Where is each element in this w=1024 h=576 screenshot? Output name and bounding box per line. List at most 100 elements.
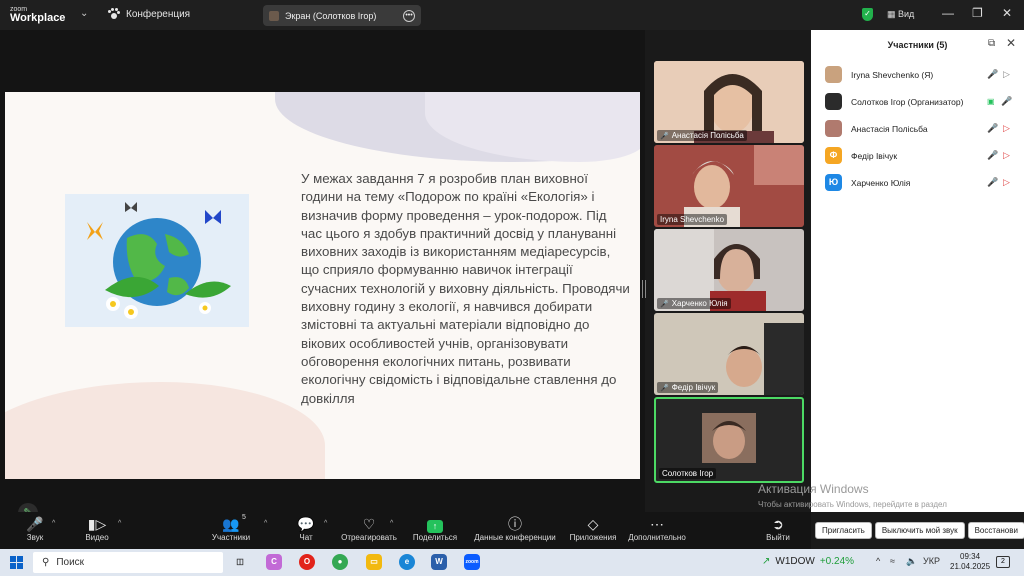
- chevron-up-icon[interactable]: ^: [324, 520, 327, 527]
- mic-off-icon[interactable]: 🎤: [987, 150, 998, 161]
- video-tile-active-speaker[interactable]: Солотков Ігор: [654, 397, 804, 483]
- avatar: Ф: [825, 147, 842, 164]
- audio-button[interactable]: 🎤 Звук: [24, 515, 46, 542]
- mic-icon[interactable]: 🎤: [987, 69, 998, 80]
- camera-icon[interactable]: ▷: [1003, 69, 1010, 80]
- resize-handle[interactable]: [642, 280, 646, 298]
- leave-icon: ➲: [772, 516, 784, 532]
- restore-icon[interactable]: ❐: [972, 6, 983, 20]
- more-button[interactable]: ⋯ Дополнительно: [626, 515, 688, 542]
- stock-ticker[interactable]: ↗ W1DOW +0.24%: [762, 556, 854, 567]
- minimize-icon[interactable]: —: [942, 6, 954, 20]
- file-explorer-icon[interactable]: ▭: [366, 554, 382, 570]
- language-indicator[interactable]: УКР: [923, 556, 940, 566]
- chevron-up-icon[interactable]: ^: [390, 520, 393, 527]
- chrome-icon[interactable]: ●: [332, 554, 348, 570]
- participant-row[interactable]: Iryna Shevchenko (Я) 🎤 ▷: [811, 61, 1024, 88]
- close-icon[interactable]: ✕: [1002, 6, 1012, 20]
- share-screen-button[interactable]: ↑ Поделиться: [412, 515, 458, 542]
- mute-me-button[interactable]: Выключить мой звук: [874, 522, 965, 539]
- screen-share-indicator[interactable]: Экран (Солотков Ігор) •••: [263, 5, 421, 26]
- participants-count-badge: 5: [242, 514, 246, 521]
- word-icon[interactable]: W: [431, 554, 447, 570]
- chat-button[interactable]: 💬 Чат: [296, 515, 316, 542]
- tile-name-text: Харченко Юлія: [671, 299, 728, 308]
- trend-up-icon: ↗: [762, 556, 771, 567]
- view-menu[interactable]: ▦ Вид: [887, 9, 914, 20]
- react-label: Отреагировать: [341, 533, 397, 542]
- screen-share-icon: ▣: [987, 97, 995, 106]
- clock[interactable]: 09:34 21.04.2025: [950, 552, 990, 572]
- chat-bubble-icon: 💬: [297, 516, 315, 532]
- task-view-icon[interactable]: ◫: [232, 554, 248, 570]
- avatar: [825, 66, 842, 83]
- wifi-icon[interactable]: ≈: [890, 556, 895, 566]
- chevron-up-icon[interactable]: ^: [118, 520, 121, 527]
- participant-name: Солотков Ігор (Организатор): [851, 96, 964, 107]
- tile-name-text: Анастасія Полісьба: [671, 131, 744, 140]
- chevron-up-icon[interactable]: ^: [52, 520, 55, 527]
- decorative-shape: [5, 382, 325, 479]
- watermark-title: Активация Windows: [758, 482, 869, 496]
- meeting-label: Конференция: [126, 8, 191, 20]
- meeting-info-button[interactable]: ⓘ Данные конференции: [472, 515, 558, 542]
- leave-button[interactable]: ➲ Выйти: [764, 515, 792, 542]
- more-label: Дополнительно: [628, 533, 686, 542]
- popout-icon[interactable]: ⧉: [988, 38, 995, 49]
- tile-name: Iryna Shevchenko: [657, 214, 728, 225]
- video-label: Видео: [85, 533, 109, 542]
- apps-icon: ◇: [587, 516, 599, 532]
- camera-off-icon[interactable]: ▷: [1003, 177, 1010, 188]
- participants-button[interactable]: 👥 5 Участники: [210, 514, 252, 542]
- mic-off-icon[interactable]: 🎤: [987, 177, 998, 188]
- meeting-toolbar: 🎤 Звук ^ ▮▷ Видео ^ 👥 5 Участники ^ 💬 Ча…: [0, 512, 811, 549]
- video-tile[interactable]: 🎤 Анастасія Полісьба: [654, 61, 804, 143]
- more-options-icon[interactable]: •••: [403, 9, 415, 22]
- share-arrow-icon: ↑: [427, 520, 443, 533]
- restore-button[interactable]: Восстанови: [967, 522, 1024, 539]
- avatar: [825, 120, 842, 137]
- windows-start-icon[interactable]: [10, 556, 23, 569]
- zoom-app-icon[interactable]: zoom: [464, 554, 480, 570]
- camera-off-icon[interactable]: ▷: [1003, 123, 1010, 134]
- opera-icon[interactable]: O: [299, 554, 315, 570]
- shield-check-icon[interactable]: ✓: [862, 8, 873, 21]
- tile-name: 🎤 Анастасія Полісьба: [657, 130, 747, 141]
- chevron-down-icon[interactable]: ⌄: [80, 8, 88, 19]
- video-tile[interactable]: 🎤 Харченко Юлія: [654, 229, 804, 311]
- tile-name-text: Солотков Ігор: [662, 469, 714, 478]
- speaker-icon[interactable]: 🔈: [906, 556, 917, 567]
- apps-button[interactable]: ◇ Приложения: [568, 515, 618, 542]
- tile-name: 🎤 Федір Івічук: [657, 382, 719, 393]
- participant-row[interactable]: Ю Харченко Юлія 🎤 ▷: [811, 169, 1024, 196]
- share-label: Поделиться: [412, 533, 458, 542]
- participant-row[interactable]: Анастасія Полісьба 🎤 ▷: [811, 115, 1024, 142]
- participant-name: Iryna Shevchenko (Я): [851, 69, 934, 80]
- video-button[interactable]: ▮▷ Видео: [84, 515, 110, 542]
- video-tile[interactable]: Iryna Shevchenko: [654, 145, 804, 227]
- invite-button[interactable]: Пригласить: [815, 522, 872, 539]
- zoom-window: zoom Workplace ⌄ Конференция Экран (Соло…: [0, 0, 1024, 576]
- participant-row[interactable]: Солотков Ігор (Организатор) ▣ 🎤: [811, 88, 1024, 115]
- video-tile[interactable]: 🎤 Федір Івічук: [654, 313, 804, 395]
- meeting-menu[interactable]: Конференция: [108, 8, 190, 20]
- earth-ecology-image: [65, 194, 249, 327]
- mic-off-icon[interactable]: 🎤: [987, 123, 998, 134]
- participant-row[interactable]: Ф Федір Івічук 🎤 ▷: [811, 142, 1024, 169]
- shared-screen-area: У межах завдання 7 я розробив план вихов…: [0, 30, 645, 523]
- edge-icon[interactable]: e: [399, 554, 415, 570]
- avatar: [825, 93, 842, 110]
- close-icon[interactable]: ✕: [1006, 36, 1016, 50]
- camera-off-icon[interactable]: ▷: [1003, 150, 1010, 161]
- watermark-line1: Чтобы активировать Windows, перейдите в …: [758, 500, 947, 509]
- chevron-up-icon[interactable]: ^: [876, 556, 880, 566]
- taskbar-search[interactable]: ⚲ Поиск: [33, 552, 223, 573]
- logo-bottom-text: Workplace: [10, 12, 66, 24]
- mic-icon[interactable]: 🎤: [1001, 96, 1012, 107]
- ticker-change: +0.24%: [819, 556, 855, 567]
- title-bar: zoom Workplace ⌄ Конференция Экран (Соло…: [0, 0, 1024, 30]
- copilot-icon[interactable]: C: [266, 554, 282, 570]
- notification-icon[interactable]: 2: [996, 556, 1010, 568]
- chevron-up-icon[interactable]: ^: [264, 520, 267, 527]
- slide-body-text: У межах завдання 7 я розробив план вихов…: [301, 171, 630, 406]
